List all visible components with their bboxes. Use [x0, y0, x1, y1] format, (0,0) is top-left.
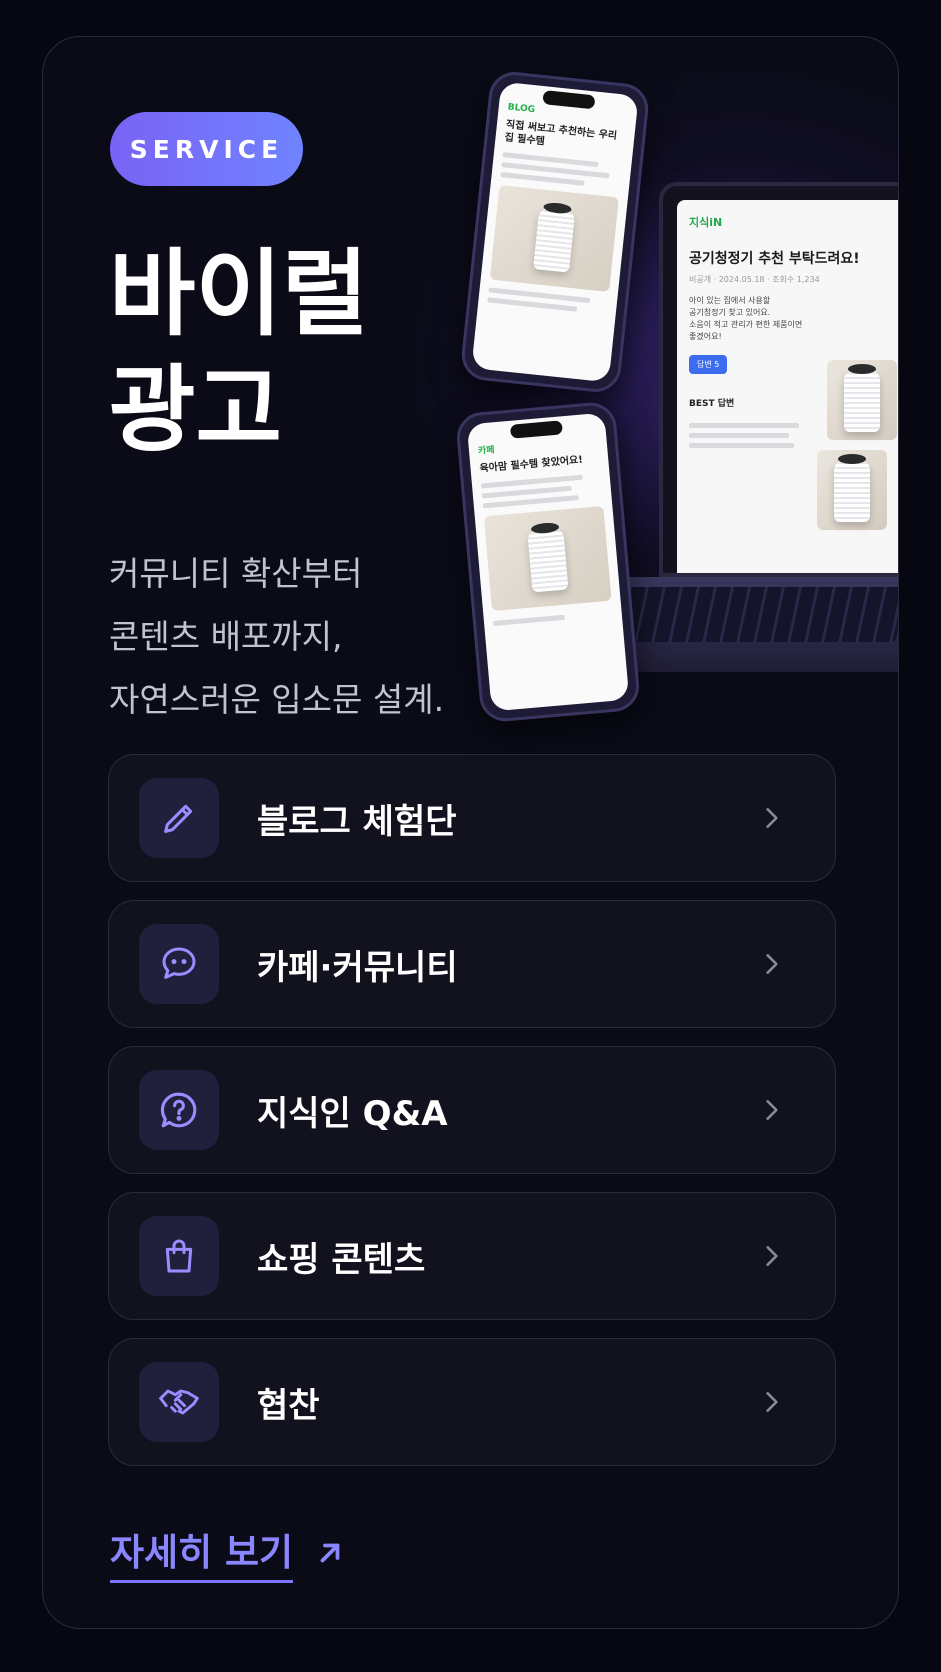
service-item-label: 협찬: [257, 1385, 320, 1426]
kin-answers-button: 답변 5: [689, 355, 728, 374]
chevron-right-icon: [766, 1246, 778, 1266]
shopping-bag-icon: [139, 1216, 219, 1296]
chat-bubble-icon: [139, 924, 219, 1004]
chevron-right-icon: [766, 954, 778, 974]
service-item-blog[interactable]: 블로그 체험단: [108, 754, 836, 882]
service-item-cafe[interactable]: 카페·커뮤니티: [108, 900, 836, 1028]
kin-body-line: 공기청정기 찾고 있어요.: [689, 308, 771, 317]
service-card: SERVICE 바이럴 광고 커뮤니티 확산부터 콘텐츠 배포까지, 자연스러운…: [42, 36, 899, 1629]
service-item-label: 카페·커뮤니티: [257, 947, 458, 988]
laptop-illustration: 지식iN 공기청정기 추천 부탁드려요! 비공개 · 2024.05.18 · …: [498, 182, 898, 672]
service-item-label: 쇼핑 콘텐츠: [257, 1239, 426, 1280]
kin-body-line: 소음이 적고 관리가 편한 제품이면: [689, 320, 803, 329]
kin-meta: 비공개 · 2024.05.18 · 조회수 1,234: [689, 275, 820, 284]
question-icon: [139, 1070, 219, 1150]
blog-headline: 직접 써보고 추천하는 우리집 필수템: [504, 119, 618, 148]
kin-body-line: 좋겠어요!: [689, 332, 722, 341]
service-item-label: 블로그 체험단: [257, 801, 457, 842]
subtitle: 커뮤니티 확산부터 콘텐츠 배포까지, 자연스러운 입소문 설계.: [109, 542, 529, 731]
chevron-right-icon: [766, 808, 778, 828]
cafe-product-image: [483, 505, 612, 612]
cafe-headline: 육아맘 필수템 찾았어요!: [479, 454, 584, 475]
more-link-label: 자세히 보기: [110, 1522, 294, 1583]
kin-product-image: [817, 450, 887, 530]
chevron-right-icon: [766, 1100, 778, 1120]
service-item-sponsorship[interactable]: 협찬: [108, 1338, 836, 1466]
kin-body-line: 아이 있는 집에서 사용할: [689, 296, 771, 305]
title-line-1: 바이럴: [109, 240, 369, 349]
title-line-2: 광고: [109, 356, 282, 465]
chevron-right-icon: [766, 1392, 778, 1412]
kin-product-image: [827, 360, 897, 440]
phone-blog-illustration: BLOG 직접 써보고 추천하는 우리집 필수템: [459, 69, 651, 395]
service-item-shopping[interactable]: 쇼핑 콘텐츠: [108, 1192, 836, 1320]
kin-question-title: 공기청정기 추천 부탁드려요!: [689, 251, 860, 267]
more-link[interactable]: 자세히 보기: [110, 1522, 345, 1583]
service-list: 블로그 체험단 카페·커뮤니티 지식인 Q&A 쇼핑 콘텐츠 협찬: [108, 754, 836, 1484]
service-item-kin-qa[interactable]: 지식인 Q&A: [108, 1046, 836, 1174]
handshake-icon: [139, 1362, 219, 1442]
blog-product-image: [489, 184, 619, 292]
arrow-up-right-icon: [320, 1543, 340, 1562]
page-title: 바이럴 광고: [109, 237, 469, 469]
laptop-screen: 지식iN 공기청정기 추천 부탁드려요! 비공개 · 2024.05.18 · …: [659, 182, 898, 577]
service-item-label: 지식인 Q&A: [257, 1093, 448, 1134]
pencil-icon: [139, 778, 219, 858]
phone-cafe-illustration: 카페 육아맘 필수템 찾았어요!: [454, 400, 642, 724]
subtitle-line-2: 콘텐츠 배포까지,: [109, 617, 343, 656]
kin-brand: 지식iN: [689, 216, 723, 229]
service-badge: SERVICE: [110, 112, 303, 186]
subtitle-line-3: 자연스러운 입소문 설계.: [109, 680, 445, 719]
